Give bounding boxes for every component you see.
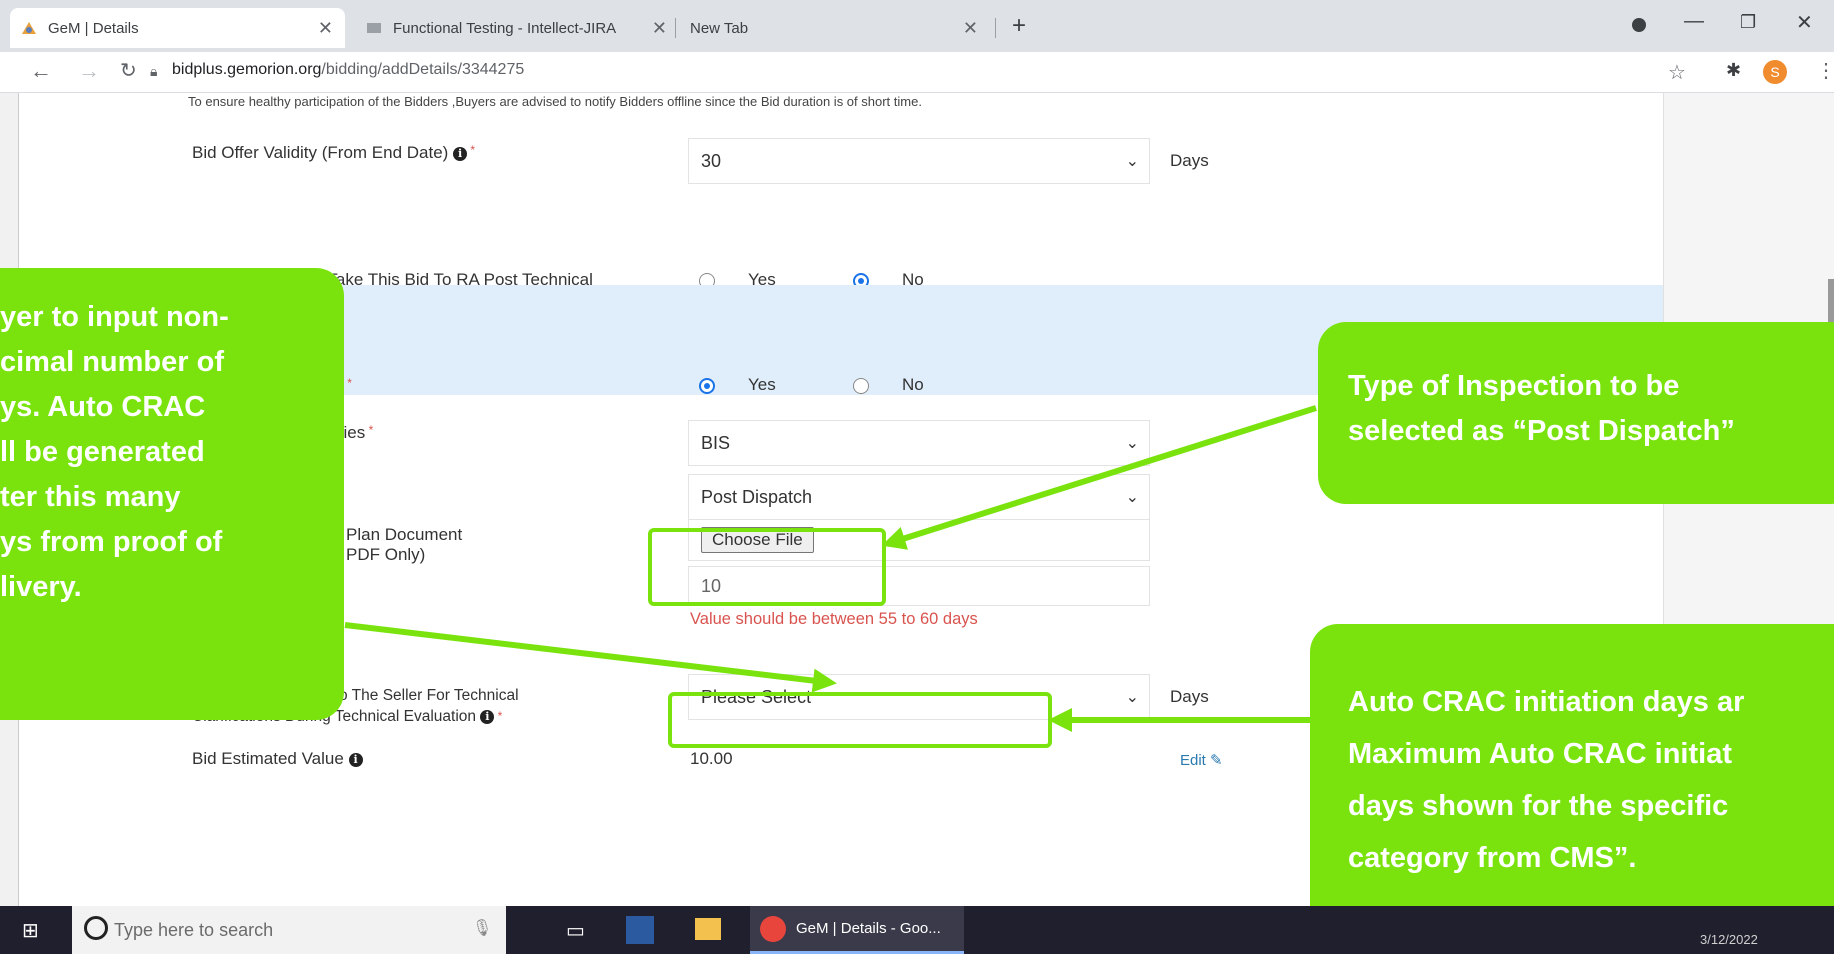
task-view-icon[interactable]: ▭ [566, 918, 585, 943]
arrow-to-crac-input [344, 622, 837, 693]
right-bottom-annotation-callout: Auto CRAC initiation days ar Maximum Aut… [1310, 624, 1834, 942]
windows-start-icon[interactable]: ⊞ [22, 918, 39, 943]
windows-taskbar: ⊞ Type here to search 🎙︎ ▭ GeM | Details… [0, 906, 1834, 954]
left-annotation-callout: yer to input non- cimal number of ys. Au… [0, 268, 344, 720]
app-icon[interactable] [626, 916, 654, 944]
taskbar-chrome-window[interactable]: GeM | Details - Goo... [750, 906, 964, 954]
taskbar-window-label: GeM | Details - Goo... [796, 920, 941, 937]
search-placeholder: Type here to search [114, 919, 274, 940]
microphone-icon[interactable]: 🎙︎ [472, 918, 492, 938]
chrome-icon [760, 915, 786, 942]
arrow-to-post-dispatch [881, 405, 1317, 550]
file-explorer-icon[interactable] [695, 918, 721, 940]
taskbar-search-box[interactable]: Type here to search 🎙︎ [72, 906, 506, 954]
cortana-circle-icon [84, 916, 108, 940]
right-top-annotation-callout: Type of Inspection to be selected as “Po… [1318, 322, 1834, 504]
taskbar-clock: 3/12/2022 [1700, 932, 1758, 947]
